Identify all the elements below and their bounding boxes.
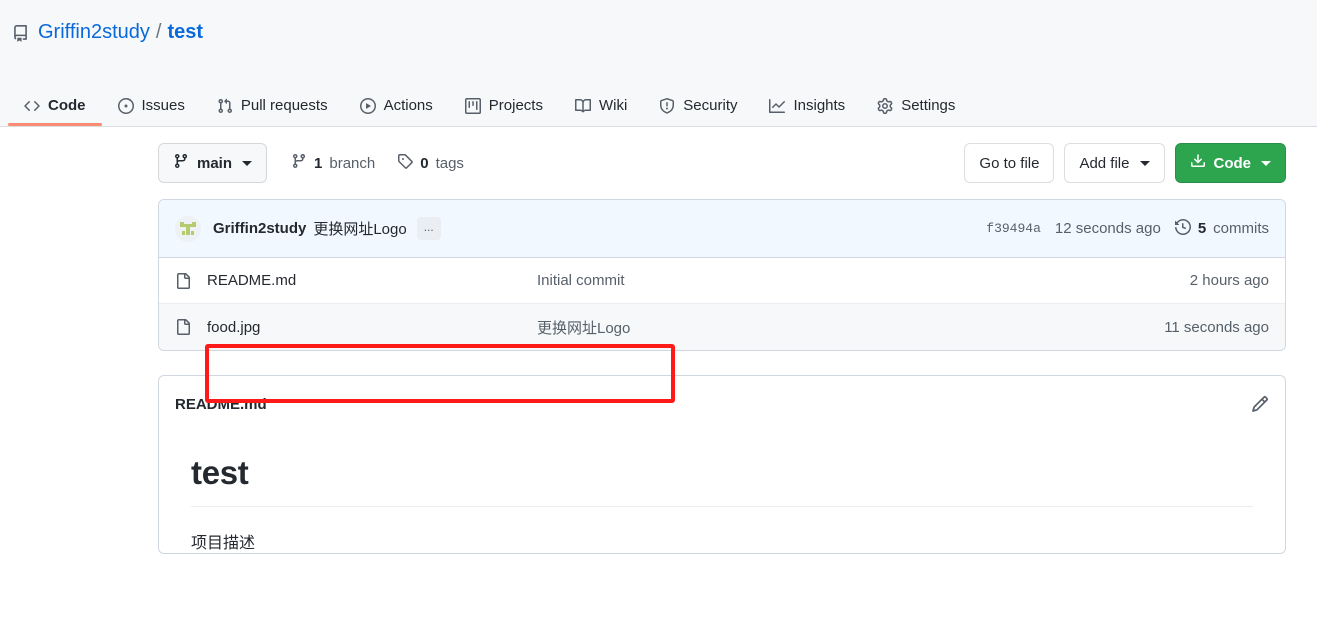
git-pull-request-icon [217,98,233,114]
file-name-link[interactable]: README.md [207,272,537,289]
breadcrumb-repo-link[interactable]: test [167,21,203,44]
readme-header: README.md [159,376,1285,432]
file-listing-box: Griffin2study 更换网址Logo ... f39494a 12 se… [158,199,1286,351]
file-name-link[interactable]: food.jpg [207,319,537,336]
branch-name-label: main [197,154,233,172]
tag-icon [397,153,414,173]
git-branch-icon [173,153,189,173]
branch-count-link[interactable]: 1 branch [291,153,375,173]
commits-count-label: commits [1213,220,1269,237]
readme-body: test 项目描述 [159,432,1285,553]
repo-action-buttons: Go to file Add file Code [964,143,1286,183]
chevron-down-icon [242,160,253,166]
commit-meta: f39494a 12 seconds ago 5 commits [986,218,1269,239]
file-commit-message-link[interactable]: 更换网址Logo [537,317,1164,338]
go-to-file-button[interactable]: Go to file [964,143,1055,183]
graph-icon [769,98,786,114]
repo-meta-links: 1 branch 0 tags [291,153,464,173]
file-age: 2 hours ago [1189,272,1269,289]
avatar [175,215,201,242]
tab-projects-label: Projects [488,97,543,114]
page-body: main 1 branch 0 tags Go to file Add file… [0,127,1317,554]
tab-insights[interactable]: Insights [753,97,861,126]
tab-code[interactable]: Code [8,97,102,126]
pencil-icon[interactable] [1251,395,1269,413]
commit-message-link[interactable]: 更换网址Logo [313,218,406,239]
branch-toolbar: main 1 branch 0 tags Go to file Add file… [158,127,1286,199]
tab-projects[interactable]: Projects [449,97,559,126]
repository-nav-tabs: Code Issues Pull requests Actions Projec [0,74,971,126]
git-branch-icon [291,153,307,173]
tab-wiki[interactable]: Wiki [559,97,643,126]
shield-icon [659,97,675,114]
tab-issues-label: Issues [141,97,185,114]
code-button-label: Code [1213,154,1252,172]
code-download-button[interactable]: Code [1174,143,1286,183]
readme-paragraph: 项目描述 [191,535,256,552]
tab-settings[interactable]: Settings [861,97,971,126]
tab-security-label: Security [683,97,738,114]
readme-title: README.md [175,395,267,413]
commit-sha-link[interactable]: f39494a [986,221,1041,236]
breadcrumb-separator: / [155,20,162,43]
commit-author-link[interactable]: Griffin2study [213,220,306,237]
tab-settings-label: Settings [901,97,956,114]
breadcrumb-owner-link[interactable]: Griffin2study [38,21,150,44]
download-icon [1190,153,1206,173]
chevron-down-icon [1139,160,1150,166]
tab-insights-label: Insights [793,97,846,114]
repository-header: Griffin2study / test Code Issues Pull re… [0,0,1317,127]
commits-count-link[interactable]: 5 commits [1174,218,1269,239]
add-file-button[interactable]: Add file [1064,143,1165,183]
tab-security[interactable]: Security [643,97,753,126]
file-icon [175,319,193,335]
history-icon [1174,218,1191,239]
branch-count-label: branch [329,154,376,172]
tab-issues[interactable]: Issues [102,97,201,126]
readme-heading: test [191,454,1253,507]
book-icon [574,98,591,114]
branch-count-value: 1 [314,154,323,172]
issue-opened-icon [117,97,134,114]
file-commit-message-link[interactable]: Initial commit [537,272,1190,289]
expand-commit-message-button[interactable]: ... [416,217,441,240]
repo-icon [12,24,29,42]
tab-actions[interactable]: Actions [344,97,449,126]
latest-commit-bar: Griffin2study 更换网址Logo ... f39494a 12 se… [159,200,1285,258]
tab-actions-label: Actions [383,97,433,114]
content-container: main 1 branch 0 tags Go to file Add file… [158,127,1286,554]
table-row[interactable]: README.md Initial commit 2 hours ago [159,258,1285,304]
gear-icon [877,97,893,114]
tag-count-label: tags [435,154,464,172]
tag-count-value: 0 [420,154,429,172]
table-row[interactable]: food.jpg 更换网址Logo 11 seconds ago [159,304,1285,350]
commit-relative-time: 12 seconds ago [1054,220,1161,237]
add-file-label: Add file [1079,154,1130,172]
chevron-down-icon [1261,160,1271,166]
tab-pull-requests[interactable]: Pull requests [201,97,344,126]
tag-count-link[interactable]: 0 tags [397,153,464,173]
play-icon [359,97,376,114]
readme-box: README.md test 项目描述 [158,375,1286,554]
tab-pull-requests-label: Pull requests [240,97,328,114]
code-icon [24,98,40,114]
file-icon [175,272,193,289]
commits-count-value: 5 [1197,220,1207,237]
branch-selector-button[interactable]: main [158,143,268,183]
project-icon [464,97,481,114]
tab-wiki-label: Wiki [598,97,628,114]
file-age: 11 seconds ago [1164,318,1269,336]
tab-code-label: Code [48,97,86,114]
breadcrumb: Griffin2study / test [0,0,1317,46]
